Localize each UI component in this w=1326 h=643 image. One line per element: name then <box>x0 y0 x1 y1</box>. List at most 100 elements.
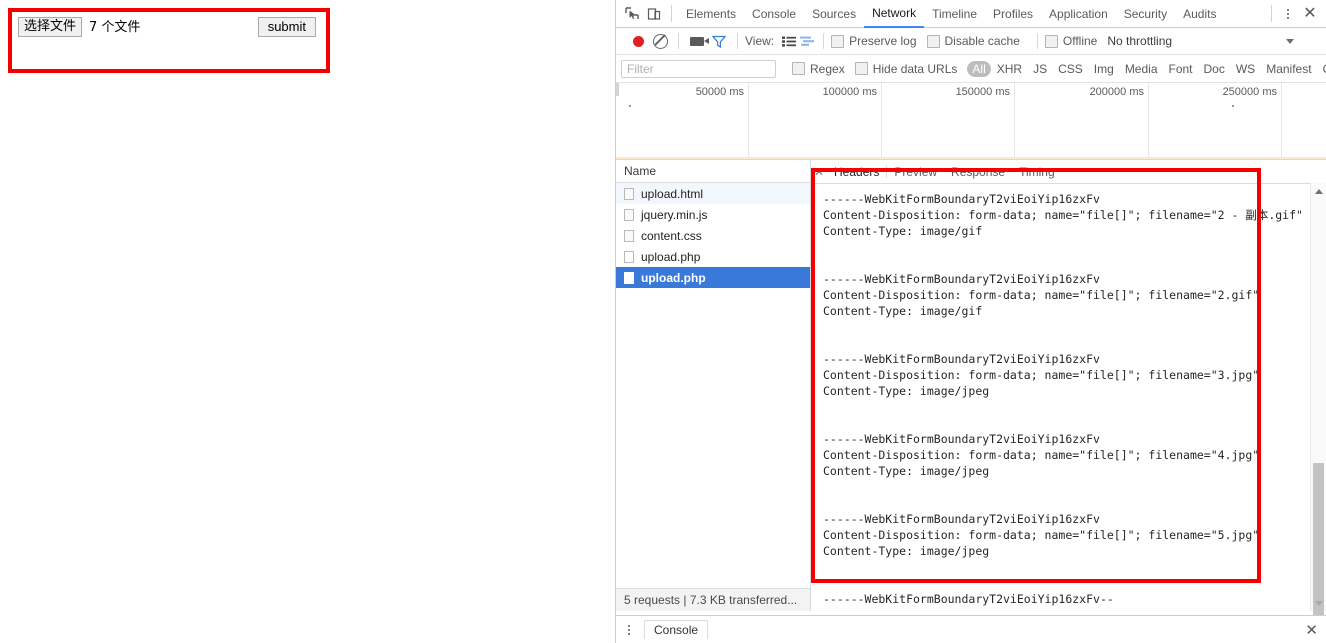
preserve-log-checkbox[interactable]: Preserve log <box>831 34 916 48</box>
type-filter-js[interactable]: JS <box>1028 61 1052 77</box>
kebab-menu-icon[interactable] <box>1278 4 1298 24</box>
payload-line: Content-Disposition: form-data; name="fi… <box>823 447 1310 463</box>
devtools-panel: Elements Console Sources Network Timelin… <box>615 0 1326 643</box>
detail-tab-response[interactable]: Response <box>944 161 1012 183</box>
device-toolbar-icon[interactable] <box>643 3 665 24</box>
choose-file-button[interactable]: 选择文件 <box>18 17 82 37</box>
request-row-upload-html[interactable]: upload.html <box>616 183 810 204</box>
type-filter-font[interactable]: Font <box>1164 61 1198 77</box>
controlbar-divider-1 <box>678 33 679 49</box>
offline-checkbox[interactable]: Offline <box>1045 34 1097 48</box>
network-overview-timeline[interactable]: 50000 ms 100000 ms 150000 ms 200000 ms 2… <box>616 83 1326 160</box>
payload-line: Content-Type: image/jpeg <box>823 463 1310 479</box>
view-label: View: <box>745 34 774 48</box>
type-filter-other[interactable]: Other <box>1318 61 1326 77</box>
overview-request-marker <box>1232 105 1234 107</box>
tabstrip-divider-right <box>1271 5 1272 22</box>
file-input-control[interactable]: 选择文件 7 个文件 <box>18 17 140 37</box>
throttling-select-value[interactable]: No throttling <box>1107 34 1172 48</box>
tab-timeline[interactable]: Timeline <box>924 1 985 27</box>
network-filter-bar: Regex Hide data URLs All XHR JS CSS Img … <box>616 55 1326 83</box>
tabstrip-right-controls: ✕ <box>1265 3 1326 25</box>
scroll-down-arrow-icon[interactable] <box>1311 595 1326 611</box>
funnel-icon[interactable] <box>708 31 730 52</box>
request-detail-panel: ✕ Headers Preview Response Timing ------… <box>811 160 1326 611</box>
network-requests-list: Name upload.html jquery.min.js content.c… <box>616 160 811 611</box>
payload-line <box>823 319 1310 335</box>
tab-sources[interactable]: Sources <box>804 1 864 27</box>
payload-line: ------WebKitFormBoundaryT2viEoiYip16zxFv <box>823 271 1310 287</box>
document-icon <box>624 188 634 200</box>
payload-line <box>823 239 1310 255</box>
close-icon[interactable]: ✕ <box>1305 621 1318 639</box>
tab-application[interactable]: Application <box>1041 1 1116 27</box>
scroll-up-arrow-icon[interactable] <box>1311 183 1326 199</box>
drawer-tab-console[interactable]: Console <box>644 620 708 639</box>
upload-form-highlight-box: 选择文件 7 个文件 submit <box>8 8 330 73</box>
network-status-bar: 5 requests | 7.3 KB transferred... <box>616 588 810 611</box>
tab-audits[interactable]: Audits <box>1175 1 1224 27</box>
kebab-menu-icon[interactable] <box>616 619 642 641</box>
network-main-area: Name upload.html jquery.min.js content.c… <box>616 160 1326 611</box>
checkbox-box <box>792 62 805 75</box>
request-payload-text: ------WebKitFormBoundaryT2viEoiYip16zxFv… <box>811 183 1310 611</box>
request-row-upload-php-1[interactable]: upload.php <box>616 246 810 267</box>
request-name: jquery.min.js <box>641 208 707 222</box>
camera-icon[interactable] <box>686 31 708 52</box>
tab-network[interactable]: Network <box>864 0 924 28</box>
detail-tab-headers[interactable]: Headers <box>827 161 886 183</box>
tab-elements[interactable]: Elements <box>678 1 744 27</box>
type-filter-img[interactable]: Img <box>1089 61 1119 77</box>
chevron-down-icon[interactable] <box>1286 39 1294 44</box>
overview-tick-2: 100000 ms <box>823 86 881 98</box>
request-name: content.css <box>641 229 702 243</box>
payload-line <box>823 255 1310 271</box>
type-filter-css[interactable]: CSS <box>1053 61 1088 77</box>
controlbar-divider-3 <box>823 33 824 49</box>
type-filter-media[interactable]: Media <box>1120 61 1163 77</box>
inspect-element-icon[interactable] <box>621 3 643 24</box>
filter-input[interactable] <box>621 60 776 78</box>
record-circle-icon[interactable] <box>627 31 649 52</box>
close-icon[interactable]: ✕ <box>811 161 827 183</box>
controlbar-divider-4 <box>1037 33 1038 49</box>
close-icon[interactable]: ✕ <box>1298 3 1322 25</box>
payload-line: Content-Disposition: form-data; name="fi… <box>823 367 1310 383</box>
devtools-tabstrip: Elements Console Sources Network Timelin… <box>616 0 1326 28</box>
regex-checkbox[interactable]: Regex <box>792 62 845 76</box>
type-filter-xhr[interactable]: XHR <box>992 61 1027 77</box>
request-row-content-css[interactable]: content.css <box>616 225 810 246</box>
clear-ban-icon[interactable] <box>649 31 671 52</box>
type-filter-manifest[interactable]: Manifest <box>1261 61 1316 77</box>
overview-request-marker <box>629 105 631 107</box>
payload-scrollbar[interactable] <box>1310 183 1326 611</box>
checkbox-box <box>831 35 844 48</box>
payload-line: ------WebKitFormBoundaryT2viEoiYip16zxFv <box>823 511 1310 527</box>
tab-security[interactable]: Security <box>1116 1 1175 27</box>
script-icon <box>624 209 634 221</box>
waterfall-view-icon[interactable] <box>798 33 816 49</box>
tab-console[interactable]: Console <box>744 1 804 27</box>
type-filter-doc[interactable]: Doc <box>1199 61 1230 77</box>
payload-line: ------WebKitFormBoundaryT2viEoiYip16zxFv <box>823 431 1310 447</box>
offline-label: Offline <box>1063 34 1097 48</box>
detail-tab-timing[interactable]: Timing <box>1012 161 1062 183</box>
hide-data-urls-checkbox[interactable]: Hide data URLs <box>855 62 958 76</box>
request-name: upload.html <box>641 187 703 201</box>
payload-line: Content-Disposition: form-data; name="fi… <box>823 287 1310 303</box>
type-filter-all[interactable]: All <box>967 61 990 77</box>
request-row-jquery-min-js[interactable]: jquery.min.js <box>616 204 810 225</box>
disable-cache-checkbox[interactable]: Disable cache <box>927 34 1020 48</box>
submit-button[interactable]: submit <box>258 17 316 37</box>
type-filter-ws[interactable]: WS <box>1231 61 1260 77</box>
payload-line: Content-Type: image/gif <box>823 223 1310 239</box>
payload-line: Content-Disposition: form-data; name="fi… <box>823 207 1310 223</box>
web-page-area: 选择文件 7 个文件 submit <box>0 0 615 643</box>
request-row-upload-php-2-selected[interactable]: upload.php <box>616 267 810 288</box>
list-view-icon[interactable] <box>780 33 798 49</box>
tab-profiles[interactable]: Profiles <box>985 1 1041 27</box>
checkbox-box <box>1045 35 1058 48</box>
tabstrip-divider <box>671 5 672 22</box>
detail-tab-preview[interactable]: Preview <box>887 161 944 183</box>
column-header-name[interactable]: Name <box>616 160 810 183</box>
